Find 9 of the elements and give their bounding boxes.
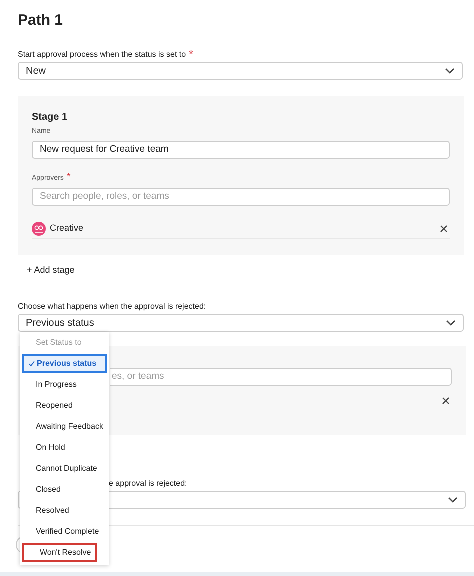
section-title: Path 1 [18, 12, 64, 30]
field-label: e approval is rejected: [108, 479, 188, 489]
menu-header: Set Status to [35, 337, 83, 348]
required-mark: * [66, 174, 71, 182]
field-label: Start approval process when the status is set to [18, 50, 186, 60]
stage-title: Stage 1 [32, 112, 69, 124]
required-mark: * [189, 50, 194, 60]
field-label: Choose what happens when the approval is rejected: [18, 302, 208, 312]
approver-name: Creative [50, 222, 84, 235]
